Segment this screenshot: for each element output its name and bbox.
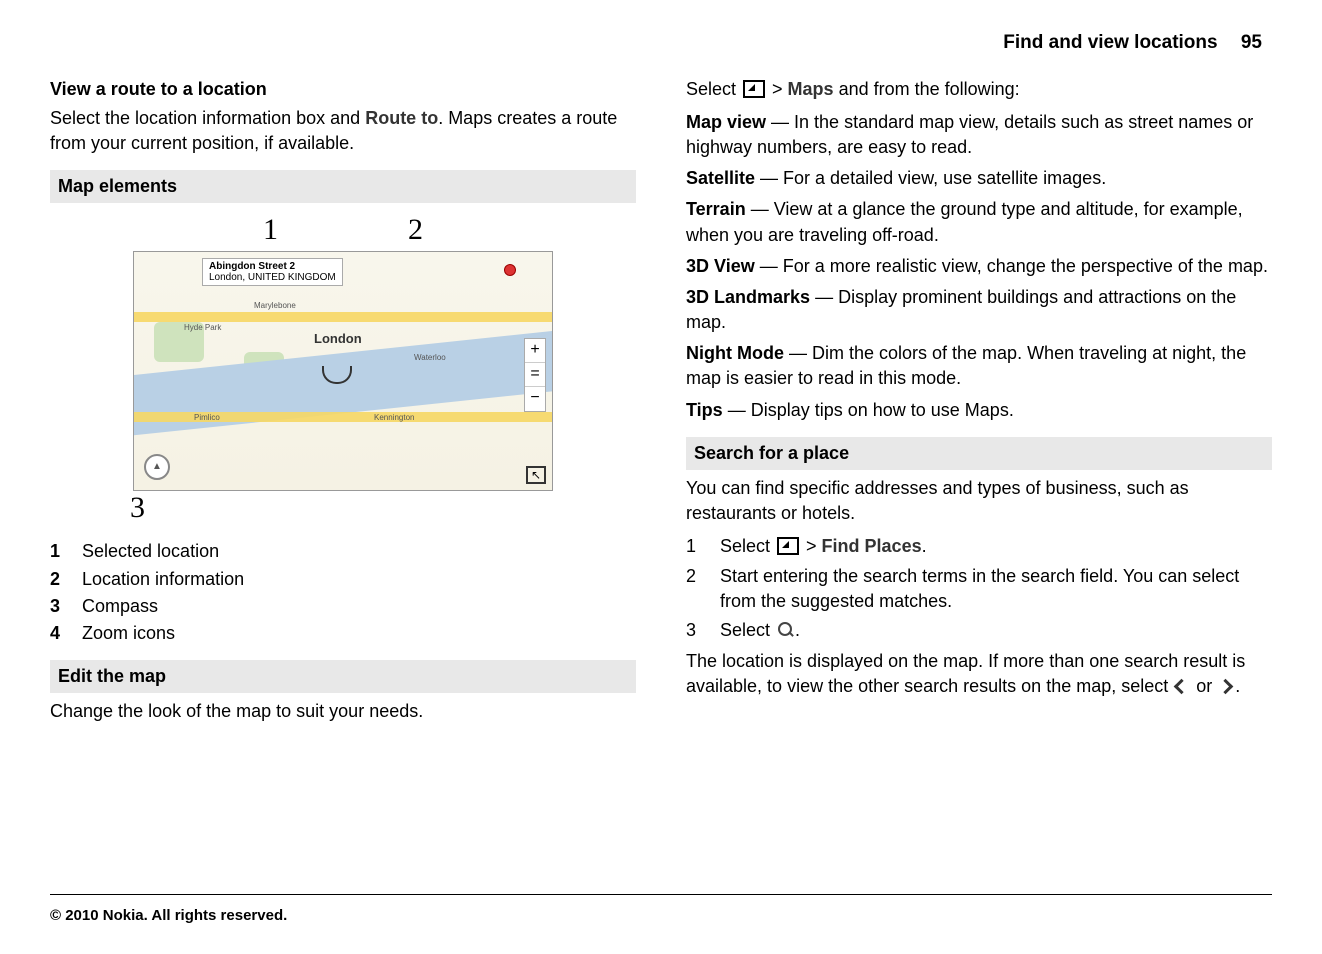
search-step-3: Select . [686, 618, 1272, 643]
city-label: London [314, 330, 362, 348]
left-column: View a route to a location Select the lo… [50, 77, 636, 733]
chevron-right-icon [1220, 681, 1232, 693]
legend-item: 1Selected location [50, 539, 636, 564]
chevron-left-icon [1176, 681, 1188, 693]
3d-view-option: 3D View — For a more realistic view, cha… [686, 254, 1272, 279]
search-heading: Search for a place [686, 437, 1272, 470]
route-to-label: Route to [365, 108, 438, 128]
map-screenshot: Abingdon Street 2 London, UNITED KINGDOM… [133, 251, 553, 491]
corner-menu-icon: ↖ [526, 466, 546, 484]
edit-map-heading: Edit the map [50, 660, 636, 693]
callout-1: 1 [263, 209, 278, 251]
search-step-2: Start entering the search terms in the s… [686, 564, 1272, 614]
maps-label: Maps [788, 79, 834, 99]
view-route-text: Select the location information box and … [50, 106, 636, 156]
search-steps: Select > Find Places. Start entering the… [686, 534, 1272, 643]
menu-icon [777, 537, 799, 555]
figure-top-callouts: 1 2 [263, 209, 423, 251]
header-title: Find and view locations [1003, 32, 1217, 53]
page-header: Find and view locations 95 [50, 30, 1272, 57]
location-info-box: Abingdon Street 2 London, UNITED KINGDOM [202, 258, 343, 286]
find-places-label: Find Places [822, 536, 922, 556]
legend-item: 2Location information [50, 567, 636, 592]
location-dot-icon [504, 264, 516, 276]
legend-item: 3Compass [50, 594, 636, 619]
search-step-1: Select > Find Places. [686, 534, 1272, 559]
zoom-out-icon: − [525, 387, 545, 411]
map-elements-heading: Map elements [50, 170, 636, 203]
select-maps-intro: Select > Maps and from the following: [686, 77, 1272, 102]
search-icon [777, 622, 793, 638]
legend-item: 4Zoom icons [50, 621, 636, 646]
search-results-text: The location is displayed on the map. If… [686, 649, 1272, 699]
map-road [134, 312, 552, 322]
callout-3: 3 [130, 487, 145, 529]
map-view-option: Map view — In the standard map view, det… [686, 110, 1272, 160]
zoom-slider-icon: = [525, 363, 545, 387]
tips-option: Tips — Display tips on how to use Maps. [686, 398, 1272, 423]
zoom-in-icon: + [525, 339, 545, 363]
satellite-option: Satellite — For a detailed view, use sat… [686, 166, 1272, 191]
terrain-option: Terrain — View at a glance the ground ty… [686, 197, 1272, 247]
footer-copyright: © 2010 Nokia. All rights reserved. [50, 894, 1272, 926]
content-columns: View a route to a location Select the lo… [50, 77, 1272, 733]
compass-icon: ▲ [144, 454, 170, 480]
menu-icon [743, 80, 765, 98]
night-mode-option: Night Mode — Dim the colors of the map. … [686, 341, 1272, 391]
edit-map-text: Change the look of the map to suit your … [50, 699, 636, 724]
search-intro: You can find specific addresses and type… [686, 476, 1272, 526]
callout-2: 2 [408, 209, 423, 251]
view-route-heading: View a route to a location [50, 77, 636, 102]
map-legend: 1Selected location 2Location information… [50, 539, 636, 646]
page-number: 95 [1241, 32, 1262, 53]
zoom-control: + = − [524, 338, 546, 412]
map-figure-container: 1 2 Abingdon Street 2 London, UNITED KIN… [50, 209, 636, 529]
3d-landmarks-option: 3D Landmarks — Display prominent buildin… [686, 285, 1272, 335]
right-column: Select > Maps and from the following: Ma… [686, 77, 1272, 733]
